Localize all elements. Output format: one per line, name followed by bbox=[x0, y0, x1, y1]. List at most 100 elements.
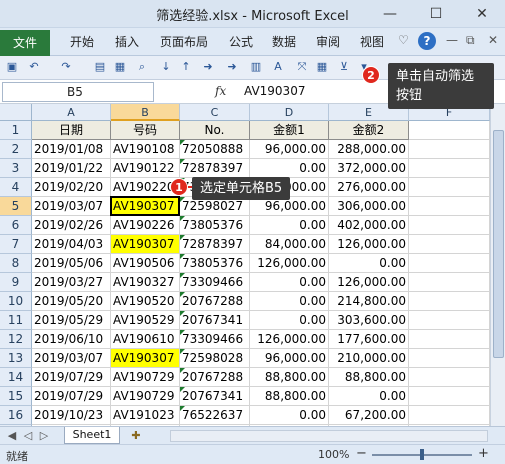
table-cell[interactable]: AV190226 bbox=[111, 216, 180, 235]
table-cell[interactable]: 2019/05/29 bbox=[32, 311, 111, 330]
table-cell[interactable]: AV190610 bbox=[111, 330, 180, 349]
table-cell[interactable] bbox=[409, 140, 490, 159]
filter-icon[interactable]: ⊻ bbox=[336, 59, 352, 75]
row-header-7[interactable]: 7 bbox=[0, 235, 32, 254]
header-cell[interactable]: 日期 bbox=[32, 121, 111, 140]
zoom-level[interactable]: 100% bbox=[318, 448, 349, 461]
table-cell[interactable]: 2019/06/10 bbox=[32, 330, 111, 349]
ribbon-minimize-icon[interactable]: — bbox=[446, 33, 458, 47]
table-cell[interactable] bbox=[409, 178, 490, 197]
arrow-right-icon[interactable]: ➜ bbox=[200, 59, 216, 75]
table-cell[interactable] bbox=[409, 273, 490, 292]
table-cell[interactable]: AV190327 bbox=[111, 273, 180, 292]
undo-icon[interactable]: ↶ bbox=[26, 59, 42, 75]
table-cell[interactable]: 0.00 bbox=[250, 216, 329, 235]
table-cell[interactable]: 76522637 bbox=[180, 406, 250, 425]
table-cell[interactable]: AV190307 bbox=[111, 349, 180, 368]
table-cell[interactable] bbox=[409, 349, 490, 368]
formula-input[interactable]: AV190307 bbox=[244, 84, 305, 98]
vertical-scrollbar[interactable] bbox=[490, 104, 505, 426]
table-cell[interactable]: 2019/03/27 bbox=[32, 273, 111, 292]
table-cell[interactable]: 276,000.00 bbox=[329, 178, 409, 197]
zoom-slider-handle[interactable] bbox=[420, 449, 424, 460]
tab-view[interactable]: 视图 bbox=[360, 33, 384, 50]
row-header-12[interactable]: 12 bbox=[0, 330, 32, 349]
row-header-11[interactable]: 11 bbox=[0, 311, 32, 330]
insert-sheet-icon[interactable]: ✚ bbox=[128, 428, 144, 444]
table-cell[interactable]: 88,800.00 bbox=[329, 368, 409, 387]
table-cell[interactable] bbox=[409, 387, 490, 406]
table-cell[interactable]: 2019/05/20 bbox=[32, 292, 111, 311]
table-cell[interactable]: AV190520 bbox=[111, 292, 180, 311]
table-cell[interactable] bbox=[409, 216, 490, 235]
sheet-nav-first-icon[interactable]: ◀ bbox=[4, 428, 20, 444]
help-icon[interactable]: ? bbox=[418, 32, 436, 50]
row-header-9[interactable]: 9 bbox=[0, 273, 32, 292]
table-cell[interactable]: AV190506 bbox=[111, 254, 180, 273]
sort-ascending-icon[interactable]: ↓ bbox=[158, 59, 174, 75]
column-header-d[interactable]: D bbox=[250, 104, 329, 121]
table-cell[interactable]: 96,000.00 bbox=[250, 349, 329, 368]
table-cell[interactable]: 0.00 bbox=[250, 292, 329, 311]
table-cell[interactable]: 20767341 bbox=[180, 311, 250, 330]
table-cell[interactable] bbox=[409, 368, 490, 387]
minimize-icon[interactable]: — bbox=[378, 4, 402, 24]
zoom-in-icon[interactable]: + bbox=[478, 446, 489, 461]
tab-home[interactable]: 开始 bbox=[70, 33, 94, 50]
row-header-2[interactable]: 2 bbox=[0, 140, 32, 159]
sort-descending-icon[interactable]: ↑ bbox=[178, 59, 194, 75]
table-cell[interactable]: 2019/01/08 bbox=[32, 140, 111, 159]
table-cell[interactable]: 73805376 bbox=[180, 254, 250, 273]
sheet-tab-sheet1[interactable]: Sheet1 bbox=[64, 427, 120, 444]
zoom-icon[interactable]: ⌕ bbox=[134, 59, 150, 75]
table-cell[interactable]: 0.00 bbox=[250, 406, 329, 425]
function-icon[interactable]: fx bbox=[215, 84, 226, 98]
tab-file[interactable]: 文件 bbox=[0, 30, 50, 56]
table-cell[interactable] bbox=[409, 235, 490, 254]
header-cell[interactable]: 金额1 bbox=[250, 121, 329, 140]
column-header-c[interactable]: C bbox=[180, 104, 250, 121]
table-cell[interactable]: 2019/10/23 bbox=[32, 406, 111, 425]
table-cell[interactable]: 0.00 bbox=[329, 254, 409, 273]
arrow-right-icon-2[interactable]: ➜ bbox=[224, 59, 240, 75]
maximize-icon[interactable]: ☐ bbox=[424, 4, 448, 24]
tab-review[interactable]: 审阅 bbox=[316, 33, 340, 50]
tab-page-layout[interactable]: 页面布局 bbox=[160, 33, 208, 50]
table-cell[interactable]: 20767288 bbox=[180, 368, 250, 387]
table-cell[interactable]: 0.00 bbox=[250, 159, 329, 178]
table-cell[interactable]: 2019/07/29 bbox=[32, 368, 111, 387]
table-cell[interactable]: 2019/05/06 bbox=[32, 254, 111, 273]
row-header-14[interactable]: 14 bbox=[0, 368, 32, 387]
table-cell[interactable]: 2019/07/29 bbox=[32, 387, 111, 406]
table-cell[interactable]: AV190307 bbox=[111, 235, 180, 254]
row-header-1[interactable]: 1 bbox=[0, 121, 32, 140]
table-cell[interactable] bbox=[409, 159, 490, 178]
table-cell[interactable]: 72878397 bbox=[180, 159, 250, 178]
table-cell[interactable]: 88,800.00 bbox=[250, 368, 329, 387]
scroll-thumb[interactable] bbox=[493, 130, 504, 358]
tab-insert[interactable]: 插入 bbox=[115, 33, 139, 50]
calculator-icon[interactable]: ▥ bbox=[248, 59, 264, 75]
table-cell[interactable]: AV190122 bbox=[111, 159, 180, 178]
table-cell[interactable]: 372,000.00 bbox=[329, 159, 409, 178]
ribbon-close-icon[interactable]: ✕ bbox=[488, 33, 498, 47]
sheet-nav-next-icon[interactable]: ▷ bbox=[36, 428, 52, 444]
grid-icon[interactable]: ▦ bbox=[314, 59, 330, 75]
row-header-13[interactable]: 13 bbox=[0, 349, 32, 368]
table-cell[interactable]: AV190108 bbox=[111, 140, 180, 159]
table-cell[interactable]: 20767341 bbox=[180, 387, 250, 406]
ribbon-restore-icon[interactable]: ⧉ bbox=[466, 33, 475, 48]
sheet-nav-prev-icon[interactable]: ◁ bbox=[20, 428, 36, 444]
table-cell[interactable]: 126,000.00 bbox=[250, 330, 329, 349]
table-cell[interactable]: 2019/03/07 bbox=[32, 197, 111, 216]
table-cell[interactable]: 2019/01/22 bbox=[32, 159, 111, 178]
tab-data[interactable]: 数据 bbox=[272, 33, 296, 50]
table-cell[interactable]: 126,000.00 bbox=[329, 235, 409, 254]
row-header-16[interactable]: 16 bbox=[0, 406, 32, 425]
table-cell[interactable]: 73805376 bbox=[180, 216, 250, 235]
table-cell[interactable]: 402,000.00 bbox=[329, 216, 409, 235]
table-cell[interactable]: 2019/02/20 bbox=[32, 178, 111, 197]
table-cell[interactable]: AV190729 bbox=[111, 368, 180, 387]
table-cell[interactable]: 306,000.00 bbox=[329, 197, 409, 216]
font-color-icon[interactable]: A bbox=[270, 59, 286, 75]
